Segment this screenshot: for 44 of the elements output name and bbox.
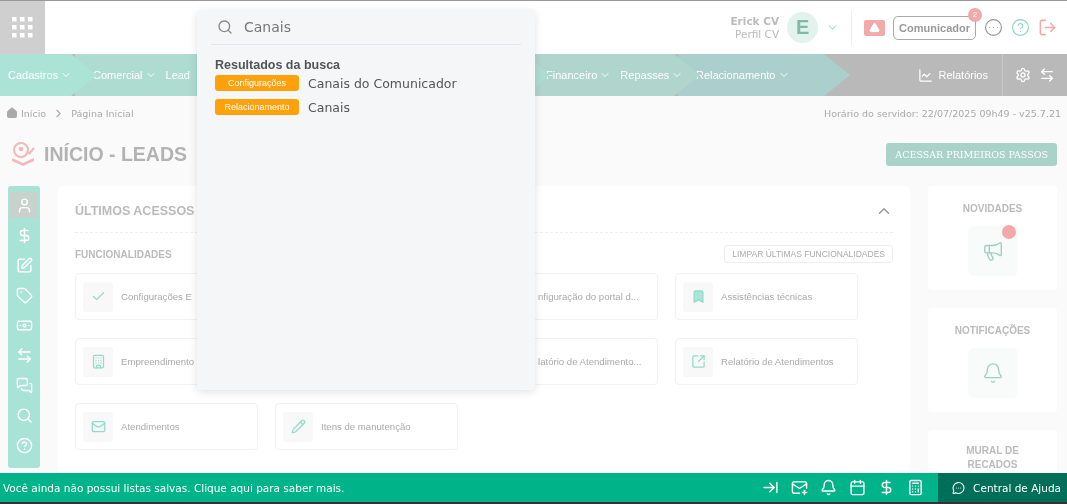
results-title: Resultados da busca (215, 58, 342, 72)
shortcut-label: Configurações E (121, 291, 192, 302)
panel-title: NOVIDADES (962, 203, 1023, 214)
shortcut-card[interactable]: Atendimentos (75, 403, 258, 450)
user-name: Erick CV (730, 14, 780, 28)
nav-menu-item[interactable]: Lead (165, 69, 190, 81)
user-profile: Perfil CV (734, 27, 780, 41)
saved-lists-message[interactable]: Você ainda não possui listas salvas. Clique aqui para saber mais. (0, 481, 345, 494)
shortcut-label: Empreendimento (121, 356, 195, 367)
category-tag: Relacionamento (215, 99, 299, 115)
first-steps-button[interactable]: ACESSAR PRIMEIROS PASSOS (886, 142, 1057, 166)
reports-link[interactable]: Relatórios (904, 54, 1003, 96)
shortcut-label: Atendimentos (121, 421, 180, 432)
category-tag: Configurações (215, 75, 299, 91)
shortcut-label: Assistências técnicas (721, 291, 813, 302)
shortcut-card[interactable]: Itens de manutenção (275, 403, 458, 450)
shortcut-label: Itens de manutenção (321, 421, 411, 432)
shortcut-label: Relatório de Atendimentos (721, 356, 834, 367)
breadcrumb-link[interactable]: Página Inicial (71, 107, 134, 119)
nav-menu-item[interactable]: Cadastros (8, 69, 73, 81)
breadcrumb-link[interactable]: Início (6, 107, 47, 119)
nav-menu-item[interactable]: Relacionamento (696, 69, 790, 81)
result-label: Canais (308, 99, 350, 115)
notification-badge: 2 (968, 7, 982, 22)
search-field[interactable]: Canais (242, 18, 492, 36)
nav-menu-item[interactable]: Repasses (620, 69, 684, 81)
search-result[interactable]: Relacionamento Canais (215, 99, 521, 115)
shortcut-label: nfiguração do portal d... (538, 291, 639, 302)
clear-button[interactable]: LIMPAR ÚLTIMAS FUNCIONALIDADES (724, 245, 893, 263)
result-label: Canais do Comunicador (308, 75, 457, 91)
user-avatar[interactable]: E (787, 12, 819, 43)
shortcut-label: latório de Atendimento... (538, 356, 642, 367)
help-center-button[interactable]: Central de Ajuda (938, 473, 1067, 502)
panel-title: NOTIFICAÇÕES (954, 325, 1031, 336)
nav-menu-item[interactable]: Financeiro (546, 69, 612, 81)
server-time: Horário do servidor: 22/07/2025 09h49 - v25.7.21 (824, 107, 1061, 119)
panel-title: MURAL DE RECADOS (965, 444, 1020, 472)
shortcut-card[interactable]: Relatório de Atendimentos (675, 338, 858, 385)
subsection-title: FUNCIONALIDADES (75, 248, 172, 260)
nav-menu-item[interactable]: Comercial (93, 69, 157, 81)
shortcut-card[interactable]: Assistências técnicas (675, 273, 858, 320)
page-title: INÍCIO - LEADS (44, 142, 187, 166)
search-result[interactable]: Configurações Canais do Comunicador (215, 75, 521, 91)
section-title: ÚLTIMOS ACESSOS (75, 204, 195, 218)
